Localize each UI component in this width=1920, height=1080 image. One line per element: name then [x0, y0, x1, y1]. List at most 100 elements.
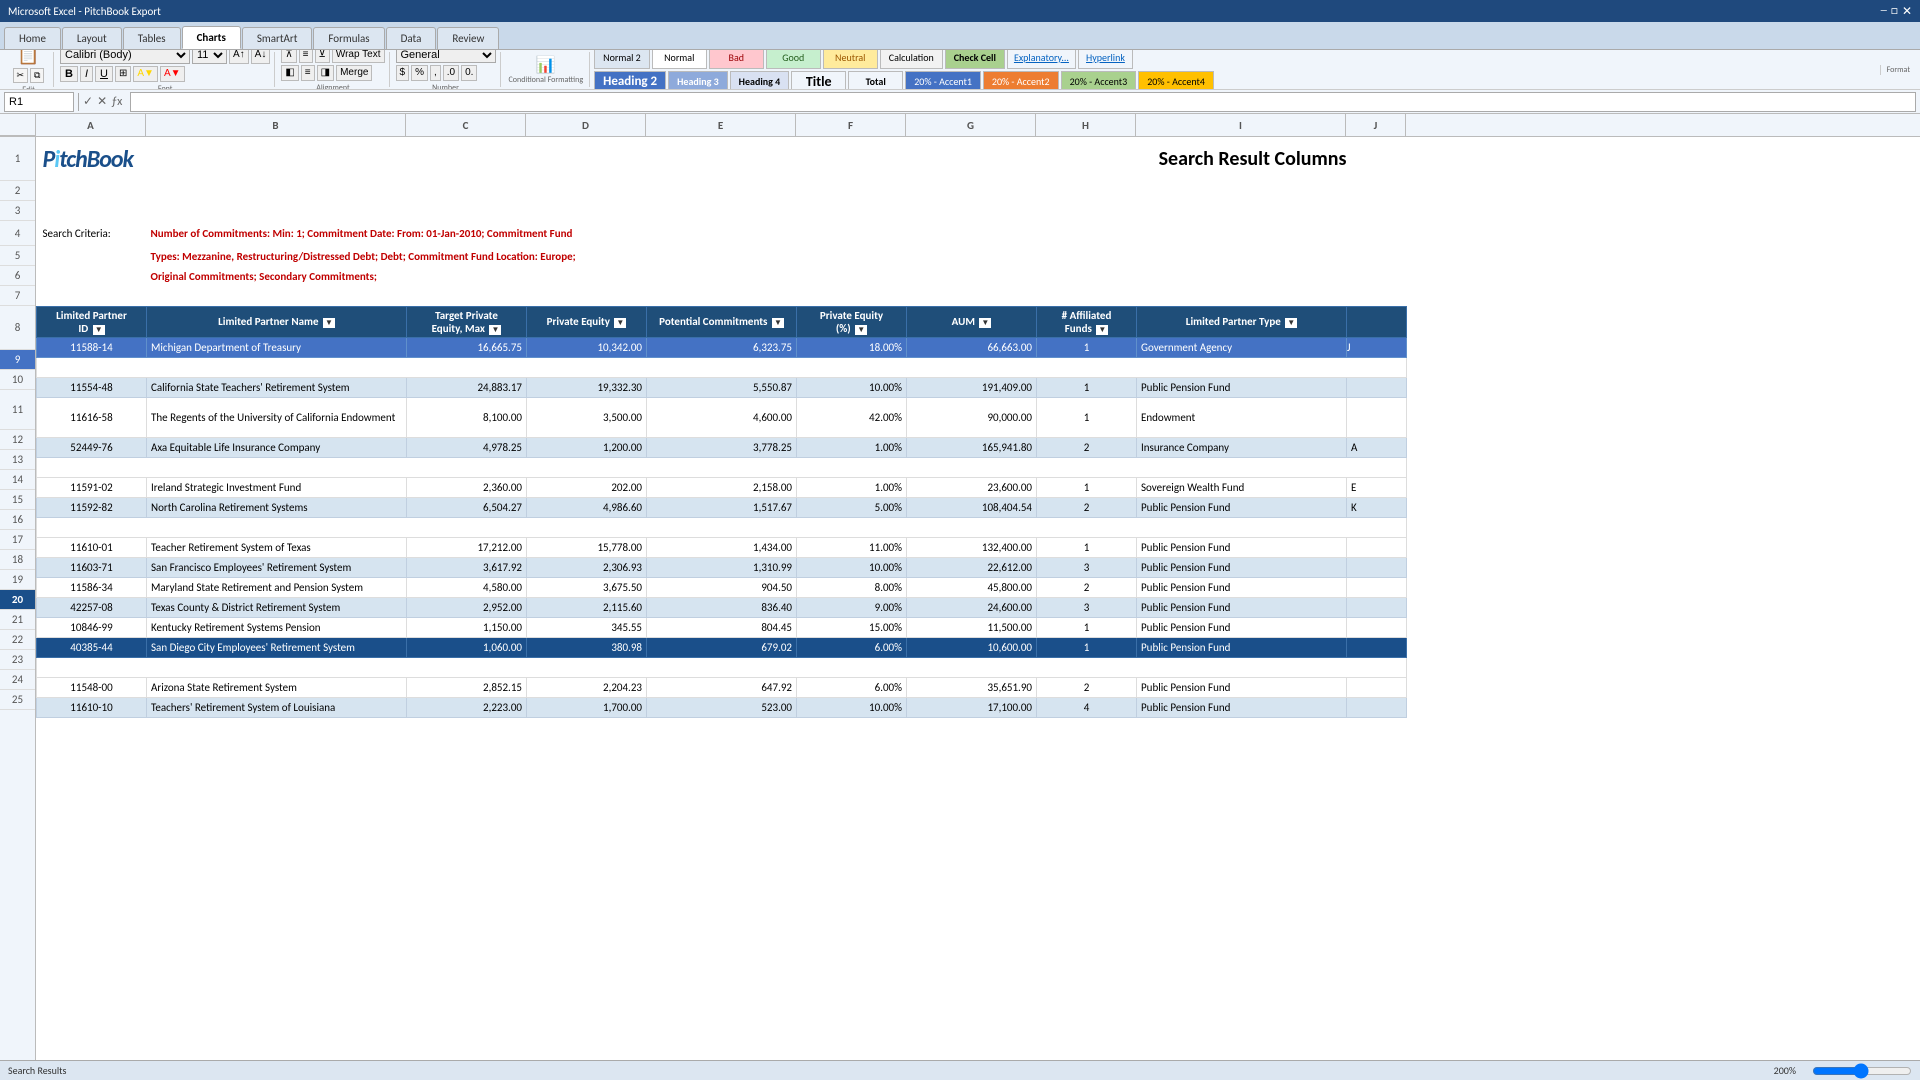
row-header-18[interactable]: 18 — [0, 550, 35, 570]
td-name-17[interactable]: Maryland State Retirement and Pension Sy… — [147, 577, 407, 597]
td-name-12[interactable]: Axa Equitable Life Insurance Company — [147, 437, 407, 457]
td-aff-24[interactable]: 2 — [1037, 677, 1137, 697]
td-aff-18[interactable]: 3 — [1037, 597, 1137, 617]
td-aum-13a[interactable]: 23,600.00 — [907, 477, 1037, 497]
formula-check-icon[interactable]: ✓ — [83, 94, 93, 109]
row-header-1[interactable]: 1 — [0, 137, 35, 181]
cut-btn[interactable]: ✂ — [13, 68, 29, 83]
td-type-10[interactable]: Public Pension Fund — [1137, 377, 1347, 397]
td-pe-25[interactable]: 1,700.00 — [527, 697, 647, 717]
td-id-25[interactable]: 11610-10 — [37, 697, 147, 717]
row-header-23[interactable]: 23 — [0, 650, 35, 670]
row-header-22[interactable]: 22 — [0, 630, 35, 650]
td-aff-16[interactable]: 3 — [1037, 557, 1137, 577]
td-type-25[interactable]: Public Pension Fund — [1137, 697, 1347, 717]
td-potential-20[interactable]: 679.02 — [647, 637, 797, 657]
tab-charts[interactable]: Charts — [182, 26, 241, 49]
th-name[interactable]: Limited Partner Name ▼ — [147, 306, 407, 337]
td-pepct-20[interactable]: 6.00% — [797, 637, 907, 657]
formula-cancel-icon[interactable]: ✕ — [97, 94, 107, 109]
td-aff-19[interactable]: 1 — [1037, 617, 1137, 637]
td-target-10[interactable]: 24,883.17 — [407, 377, 527, 397]
td-aff-20[interactable]: 1 — [1037, 637, 1137, 657]
td-name-10[interactable]: California State Teachers' Retirement Sy… — [147, 377, 407, 397]
td-extra-13b[interactable]: K — [1347, 497, 1407, 517]
td-pe-20[interactable]: 380.98 — [527, 637, 647, 657]
td-target-17[interactable]: 4,580.00 — [407, 577, 527, 597]
td-target-12[interactable]: 4,978.25 — [407, 437, 527, 457]
border-btn[interactable]: ⊞ — [115, 66, 131, 82]
td-pe-11[interactable]: 3,500.00 — [527, 397, 647, 437]
td-aum-16[interactable]: 22,612.00 — [907, 557, 1037, 577]
style-heading2[interactable]: Heading 2 — [594, 71, 666, 91]
td-id-20[interactable]: 40385-44 — [37, 637, 147, 657]
wrap-text-btn[interactable]: Wrap Text — [332, 50, 385, 63]
row-header-4[interactable]: 4 — [0, 221, 35, 246]
td-pepct-18[interactable]: 9.00% — [797, 597, 907, 617]
td-name-20[interactable]: San Diego City Employees' Retirement Sys… — [147, 637, 407, 657]
td-aff-17[interactable]: 2 — [1037, 577, 1137, 597]
td-potential-16[interactable]: 1,310.99 — [647, 557, 797, 577]
td-aum-17[interactable]: 45,800.00 — [907, 577, 1037, 597]
corner-cell[interactable] — [0, 114, 36, 136]
th-potential[interactable]: Potential Commitments ▼ — [647, 306, 797, 337]
maximize-btn[interactable]: □ — [1891, 4, 1898, 19]
td-pe-13b[interactable]: 4,986.60 — [527, 497, 647, 517]
td-aum-9[interactable]: 66,663.00 — [907, 337, 1037, 357]
td-aff-12[interactable]: 2 — [1037, 437, 1137, 457]
td-name-13a[interactable]: Ireland Strategic Investment Fund — [147, 477, 407, 497]
blank-row23[interactable] — [37, 657, 1407, 677]
td-target-25[interactable]: 2,223.00 — [407, 697, 527, 717]
th-pe[interactable]: Private Equity ▼ — [527, 306, 647, 337]
font-size-select[interactable]: 11 — [192, 50, 227, 64]
td-id-9[interactable]: 11588-14 — [37, 337, 147, 357]
td-name-9[interactable]: Michigan Department of Treasury — [147, 337, 407, 357]
align-bot-btn[interactable]: ⊻ — [315, 50, 330, 63]
td-aff-13b[interactable]: 2 — [1037, 497, 1137, 517]
row-header-21[interactable]: 21 — [0, 610, 35, 630]
td-pe-10[interactable]: 19,332.30 — [527, 377, 647, 397]
td-aum-20[interactable]: 10,600.00 — [907, 637, 1037, 657]
tab-home[interactable]: Home — [4, 27, 61, 49]
td-target-13a[interactable]: 2,360.00 — [407, 477, 527, 497]
col-header-f[interactable]: F — [796, 114, 906, 136]
style-neutral[interactable]: Neutral — [823, 50, 878, 69]
td-aum-10[interactable]: 191,409.00 — [907, 377, 1037, 397]
td-id-24[interactable]: 11548-00 — [37, 677, 147, 697]
row-header-9[interactable]: 9 — [0, 350, 35, 370]
row-header-6[interactable]: 6 — [0, 266, 35, 286]
col-header-j[interactable]: J — [1346, 114, 1406, 136]
style-calculation[interactable]: Calculation — [880, 50, 943, 69]
bold-btn[interactable]: B — [60, 66, 78, 82]
row-header-17[interactable]: 17 — [0, 530, 35, 550]
style-bad[interactable]: Bad — [709, 50, 764, 69]
td-potential-12[interactable]: 3,778.25 — [647, 437, 797, 457]
td-aum-19[interactable]: 11,500.00 — [907, 617, 1037, 637]
decimal-inc-btn[interactable]: .0 — [443, 65, 459, 81]
style-accent1[interactable]: 20% - Accent1 — [905, 71, 981, 91]
row-header-5[interactable]: 5 — [0, 246, 35, 266]
th-extra[interactable] — [1347, 306, 1407, 337]
td-pe-9[interactable]: 10,342.00 — [527, 337, 647, 357]
row-header-14[interactable]: 14 — [0, 470, 35, 490]
td-potential-11[interactable]: 4,600.00 — [647, 397, 797, 437]
td-name-25[interactable]: Teachers' Retirement System of Louisiana — [147, 697, 407, 717]
td-pepct-24[interactable]: 6.00% — [797, 677, 907, 697]
td-pepct-19[interactable]: 15.00% — [797, 617, 907, 637]
td-target-9[interactable]: 16,665.75 — [407, 337, 527, 357]
td-target-20[interactable]: 1,060.00 — [407, 637, 527, 657]
row-header-20[interactable]: 20 — [0, 590, 35, 610]
td-pe-15[interactable]: 15,778.00 — [527, 537, 647, 557]
td-potential-10[interactable]: 5,550.87 — [647, 377, 797, 397]
th-id[interactable]: Limited PartnerID ▼ — [37, 306, 147, 337]
style-normal2[interactable]: Normal 2 — [594, 50, 650, 69]
paste-icon[interactable]: 📋 — [17, 50, 39, 66]
td-name-13b[interactable]: North Carolina Retirement Systems — [147, 497, 407, 517]
td-extra-11[interactable] — [1347, 397, 1407, 437]
th-target[interactable]: Target PrivateEquity, Max ▼ — [407, 306, 527, 337]
td-type-17[interactable]: Public Pension Fund — [1137, 577, 1347, 597]
th-affiliated[interactable]: # AffiliatedFunds ▼ — [1037, 306, 1137, 337]
italic-btn[interactable]: I — [80, 66, 93, 82]
td-aff-25[interactable]: 4 — [1037, 697, 1137, 717]
row-header-13[interactable]: 13 — [0, 450, 35, 470]
